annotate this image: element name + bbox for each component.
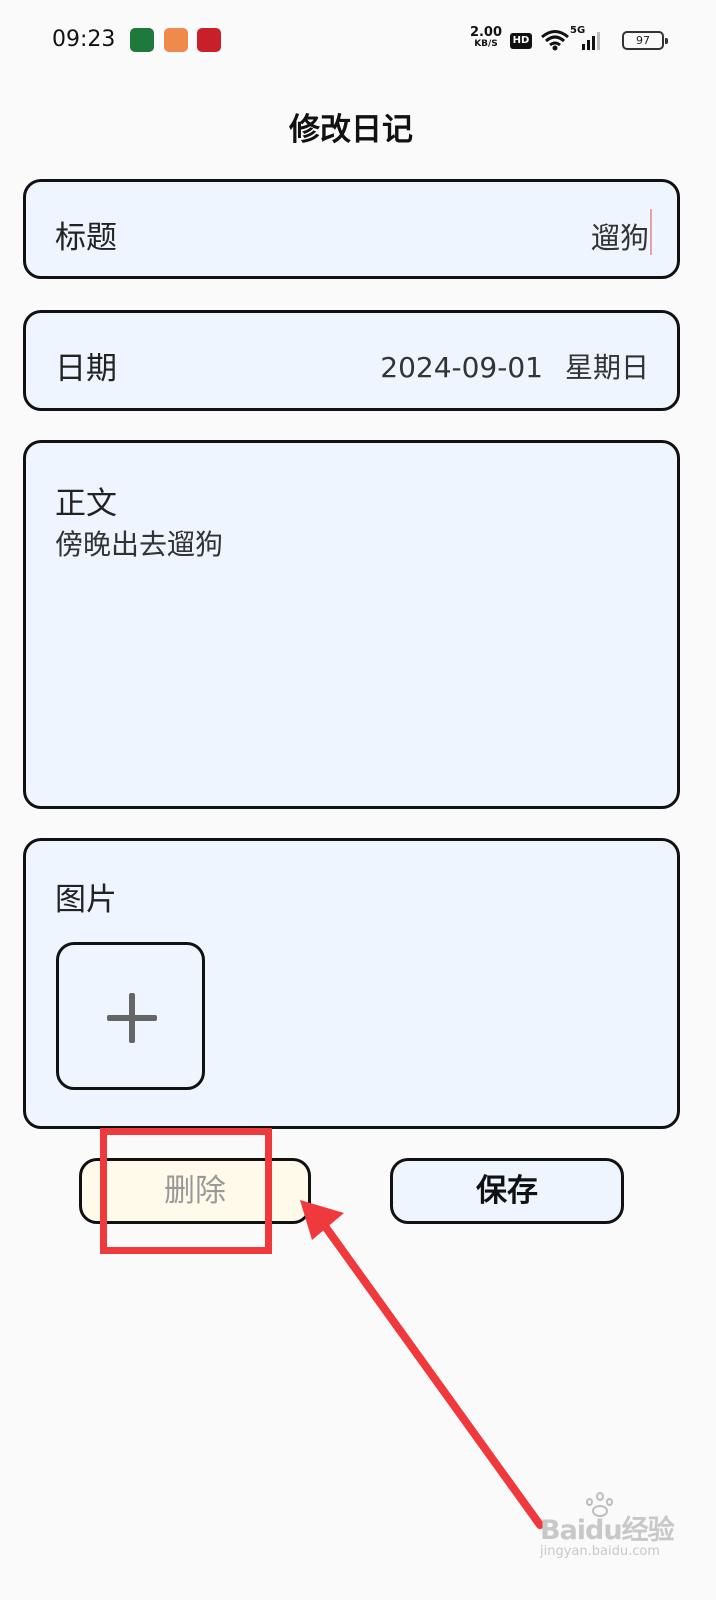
status-bar: 09:23 2.00 KB/S HD 5G 97: [0, 0, 716, 84]
net-speed: 2.00 KB/S: [468, 26, 504, 49]
body-field[interactable]: 正文 傍晚出去遛狗: [23, 440, 680, 809]
highlight-annotation-box: [100, 1128, 272, 1254]
oppo-store-icon: [130, 28, 154, 52]
watermark-text: Baidu经验: [540, 1515, 675, 1546]
images-field: 图片: [23, 838, 680, 1129]
orange-app-icon: [164, 28, 188, 52]
baidu-watermark: Baidu经验 jingyan.baidu.com: [540, 1492, 680, 1562]
date-label: 日期: [55, 351, 117, 387]
screen: 09:23 2.00 KB/S HD 5G 97 修改日记 标题 遛狗 日期 2…: [0, 0, 716, 1600]
page-title: 修改日记: [289, 112, 413, 148]
date-text: 2024-09-01: [380, 351, 543, 384]
red-app-icon: [197, 28, 221, 52]
watermark-url: jingyan.baidu.com: [540, 1544, 660, 1559]
save-button[interactable]: 保存: [390, 1158, 624, 1224]
add-image-button[interactable]: [56, 942, 205, 1090]
battery-level: 97: [636, 34, 650, 47]
text-caret: [650, 209, 652, 255]
hd-icon: HD: [510, 33, 532, 49]
net-speed-value: 2.00: [469, 25, 503, 40]
weekday-text: 星期日: [564, 351, 649, 384]
plus-icon: [107, 993, 157, 1043]
images-label: 图片: [55, 882, 117, 918]
status-time: 09:23: [52, 27, 116, 52]
net-speed-unit: KB/S: [474, 39, 498, 49]
title-label: 标题: [55, 220, 117, 256]
body-label: 正文: [55, 486, 117, 522]
network-type-label: 5G: [570, 25, 586, 36]
body-input[interactable]: 傍晚出去遛狗: [55, 523, 223, 563]
title-field[interactable]: 标题 遛狗: [23, 179, 680, 279]
battery-icon: 97: [622, 31, 668, 50]
wifi-icon: [541, 30, 569, 51]
title-input[interactable]: 遛狗: [591, 215, 649, 257]
date-value[interactable]: 2024-09-01 星期日: [380, 346, 649, 386]
date-field[interactable]: 日期 2024-09-01 星期日: [23, 310, 680, 411]
